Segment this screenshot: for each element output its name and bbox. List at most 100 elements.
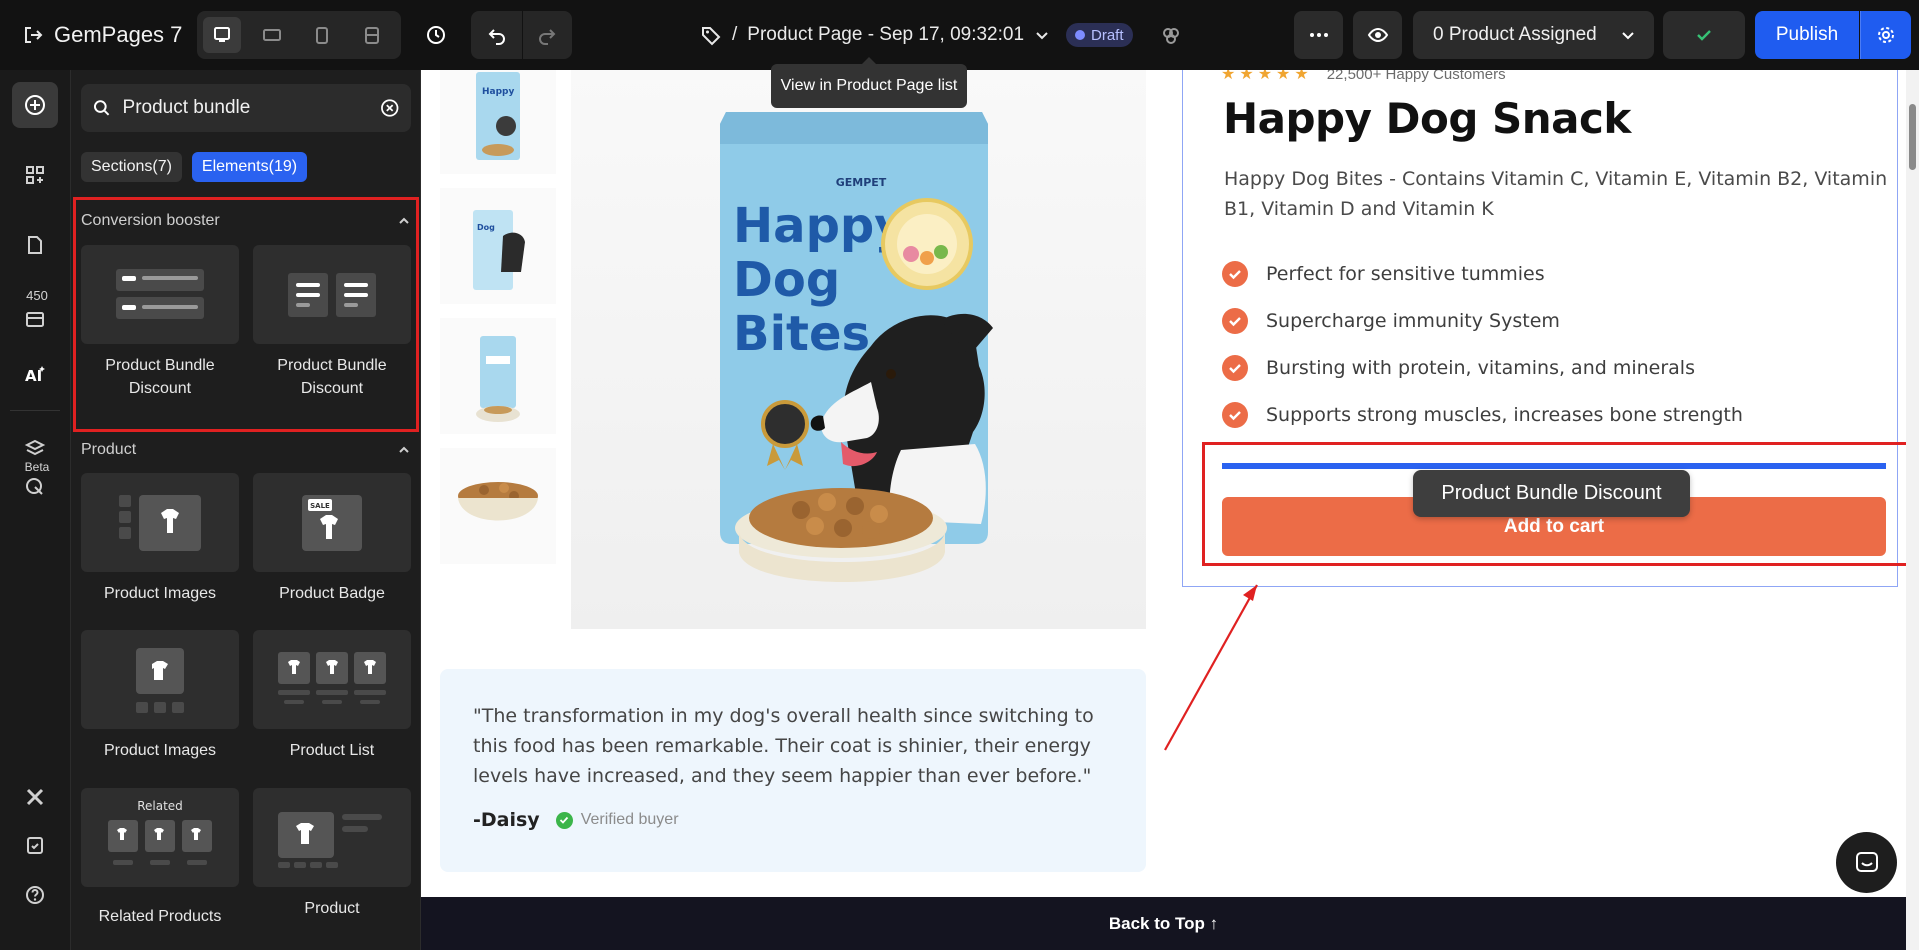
rail-help[interactable]	[12, 872, 58, 918]
library-icon	[26, 312, 44, 327]
product-thumbnail[interactable]: Dog	[440, 188, 556, 304]
custom-device-icon	[365, 27, 379, 44]
app-logo-text: GemPages 7	[54, 22, 183, 47]
search-input[interactable]	[122, 97, 368, 119]
preview-button[interactable]	[1353, 11, 1402, 59]
page-title-dropdown[interactable]: / Product Page - Sep 17, 09:32:01	[700, 17, 1050, 53]
desktop-view-button[interactable]	[203, 17, 241, 53]
product-main-image[interactable]: GEMPET Happy Dog Bites	[571, 70, 1146, 629]
publish-button[interactable]: Publish	[1755, 11, 1859, 59]
check-circle-icon	[1222, 402, 1248, 428]
feature-item[interactable]: Perfect for sensitive tummies	[1222, 261, 1545, 287]
result-tabs: Sections(7) Elements(19)	[81, 152, 308, 182]
element-card-label: Product	[304, 900, 360, 917]
tab-sections[interactable]: Sections(7)	[81, 152, 182, 182]
product-thumbnail[interactable]	[440, 318, 556, 434]
tooltip-text: View in Product Page list	[780, 77, 958, 94]
group-header-product[interactable]: Product	[81, 435, 411, 465]
editor-canvas[interactable]: Happy Dog GEMPET Happy Dog Bites ★ ★ ★ ★…	[421, 70, 1906, 950]
rail-divider	[10, 410, 60, 411]
left-icon-rail: 450 AI Beta	[0, 70, 71, 950]
elements-panel: Sections(7) Elements(19) Conversion boos…	[71, 70, 421, 950]
undo-button[interactable]	[472, 11, 522, 59]
verified-check-icon	[555, 811, 573, 829]
rail-beta-feature[interactable]	[12, 464, 58, 510]
feature-item[interactable]: Bursting with protein, vitamins, and min…	[1222, 355, 1695, 381]
ai-icon: AI	[25, 366, 45, 385]
publish-settings-button[interactable]	[1860, 11, 1911, 59]
page-title: Product Page - Sep 17, 09:32:01	[747, 24, 1025, 45]
element-card-product-list[interactable]: Product List	[253, 630, 411, 762]
verified-badge: Verified buyer	[555, 811, 679, 829]
gear-icon	[1878, 27, 1894, 43]
element-card-label: Product Images	[103, 742, 217, 759]
exit-icon	[25, 27, 43, 43]
product-thumbnail[interactable]: Happy	[440, 70, 556, 174]
star-icon: ★	[1239, 70, 1254, 83]
undo-icon	[488, 29, 505, 45]
exit-logo-button[interactable]: GemPages 7	[22, 18, 182, 52]
feature-item[interactable]: Supports strong muscles, increases bone …	[1222, 402, 1743, 428]
mobile-icon	[316, 27, 328, 44]
feature-item[interactable]: Supercharge immunity System	[1222, 308, 1560, 334]
clear-search-icon[interactable]	[380, 98, 399, 118]
cursor-target-icon	[26, 478, 43, 495]
product-images-icon	[81, 473, 239, 572]
more-options-button[interactable]	[1294, 11, 1343, 59]
element-card-product-bundle-discount-columns[interactable]: Product Bundle Discount	[253, 245, 411, 400]
product-title[interactable]: Happy Dog Snack	[1223, 94, 1631, 143]
rail-ai[interactable]: AI	[12, 352, 58, 398]
check-circle-icon	[1222, 308, 1248, 334]
group-header-conversion-booster[interactable]: Conversion booster	[81, 206, 411, 236]
element-card-label: Product List	[289, 742, 375, 759]
bundle-list-icon	[81, 245, 239, 344]
top-toolbar: GemPages 7 / Product Page - Sep 17, 09:3…	[0, 0, 1919, 70]
element-card-product-bundle-discount-list[interactable]: Product Bundle Discount	[81, 245, 239, 400]
redo-button[interactable]	[521, 11, 572, 59]
search-icon	[93, 100, 110, 116]
ai-assist-button[interactable]	[1153, 17, 1189, 53]
scrollbar-thumb[interactable]	[1909, 104, 1916, 170]
badge-thumb-text: SALE	[310, 502, 330, 510]
rail-sections[interactable]	[12, 152, 58, 198]
drag-preview-label[interactable]: Product Bundle Discount	[1413, 470, 1690, 517]
package-text-line: Happy	[733, 198, 906, 254]
tab-elements[interactable]: Elements(19)	[191, 152, 308, 182]
product-images-dots-icon	[81, 630, 239, 729]
custom-view-button[interactable]	[353, 17, 391, 53]
rail-library[interactable]	[12, 296, 58, 342]
x-logo-icon	[26, 788, 44, 806]
element-card-product[interactable]: Product	[253, 788, 411, 920]
back-to-top-bar[interactable]: Back to Top ↑	[421, 897, 1906, 950]
check-circle-icon	[1222, 261, 1248, 287]
chevron-up-icon	[399, 446, 409, 453]
element-card-related-products[interactable]: Related Related Products	[81, 788, 239, 928]
chevron-up-icon	[399, 217, 409, 224]
element-card-product-images-dots[interactable]: Product Images	[81, 630, 239, 762]
history-button[interactable]	[418, 17, 454, 53]
annotation-arrow	[1164, 584, 1258, 751]
laptop-view-button[interactable]	[253, 17, 291, 53]
tooltip: View in Product Page list	[771, 57, 967, 108]
feature-text: Perfect for sensitive tummies	[1266, 263, 1545, 285]
rail-pages[interactable]	[12, 222, 58, 268]
product-assign-dropdown[interactable]: 0 Product Assigned	[1413, 11, 1654, 59]
rail-x-app[interactable]	[12, 774, 58, 820]
element-card-label: Product Bundle Discount	[277, 357, 387, 397]
help-icon	[26, 886, 44, 904]
laptop-icon	[263, 29, 281, 41]
canvas-scrollbar[interactable]	[1906, 70, 1919, 950]
chevron-down-icon	[1622, 32, 1634, 40]
product-thumbnail[interactable]	[440, 448, 556, 564]
rail-checklist[interactable]	[12, 822, 58, 868]
status-dot	[1075, 30, 1085, 40]
element-card-product-images[interactable]: Product Images	[81, 473, 239, 605]
tag-icon	[702, 27, 721, 46]
mobile-view-button[interactable]	[303, 17, 341, 53]
chat-launcher-button[interactable]	[1836, 832, 1897, 893]
bundle-columns-icon	[253, 245, 411, 344]
rail-add-elements[interactable]	[12, 82, 58, 128]
save-button[interactable]	[1663, 11, 1745, 59]
product-description[interactable]: Happy Dog Bites - Contains Vitamin C, Vi…	[1224, 164, 1894, 224]
element-card-product-badge[interactable]: SALE Product Badge	[253, 473, 411, 605]
